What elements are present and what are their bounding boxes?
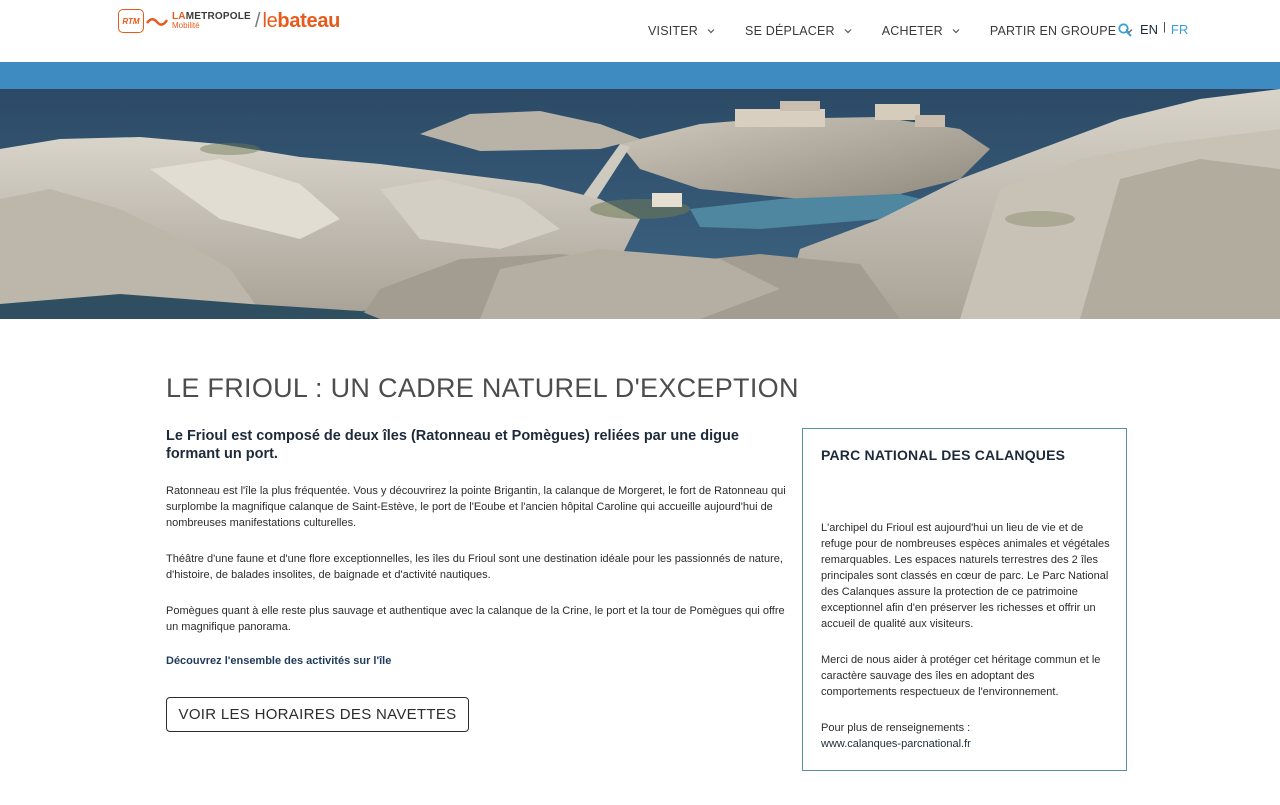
search-icon[interactable]: [1118, 23, 1132, 37]
nav-item-visiter[interactable]: VISITER: [648, 24, 715, 38]
paragraph-ratonneau: Ratonneau est l'île la plus fréquentée. …: [166, 485, 786, 529]
activities-link[interactable]: Découvrez l'ensemble des activités sur l…: [166, 655, 391, 667]
site-header: RTM LAMETROPOLE Mobilité / lebateau VISI…: [0, 0, 1280, 62]
header-blue-band: [0, 62, 1280, 89]
logo-separator: /: [254, 9, 261, 32]
lead-text: Le Frioul est composé de deux îles (Rato…: [166, 428, 739, 462]
chevron-down-icon: [844, 29, 852, 34]
main-nav: VISITER SE DÉPLACER ACHETER PARTIR EN GR…: [648, 24, 1163, 38]
lebateau-brand: lebateau: [262, 9, 341, 32]
parc-national-box: PARC NATIONAL DES CALANQUES L'archipel d…: [802, 428, 1127, 771]
paragraph-faune-flore: Théâtre d'une faune et d'une flore excep…: [166, 553, 783, 581]
sidebox-info: Pour plus de renseignements : www.calanq…: [821, 720, 1113, 752]
chevron-down-icon: [952, 29, 960, 34]
page-title: LE FRIOUL : UN CADRE NATUREL D'EXCEPTION: [166, 373, 799, 403]
site-logo[interactable]: RTM LAMETROPOLE Mobilité / lebateau: [118, 6, 340, 36]
lang-separator: |: [1163, 20, 1166, 33]
rtm-logo-badge: RTM: [118, 9, 144, 33]
sidebox-paragraph-archipel: L'archipel du Frioul est aujourd'hui un …: [821, 522, 1110, 630]
sidebox-paragraph-merci: Merci de nous aider à protéger cet hérit…: [821, 654, 1101, 698]
nav-item-partir-en-groupe[interactable]: PARTIR EN GROUPE: [990, 24, 1133, 38]
parc-national-link[interactable]: www.calanques-parcnational.fr: [821, 736, 1113, 752]
wave-icon: [146, 18, 168, 26]
paragraph-pomegues: Pomègues quant à elle reste plus sauvage…: [166, 605, 785, 633]
nav-item-se-deplacer[interactable]: SE DÉPLACER: [745, 24, 852, 38]
language-switcher: EN | FR: [1140, 20, 1188, 38]
sidebox-title: PARC NATIONAL DES CALANQUES: [821, 447, 1066, 463]
lang-en-link[interactable]: EN: [1140, 22, 1158, 37]
metropole-logo: LAMETROPOLE Mobilité: [172, 11, 251, 30]
lang-fr-link[interactable]: FR: [1171, 22, 1188, 37]
sidebox-info-label: Pour plus de renseignements :: [821, 722, 971, 734]
chevron-down-icon: [707, 29, 715, 34]
hero-landscape: [0, 89, 1280, 319]
hero-image: [0, 89, 1280, 319]
shuttle-schedule-button[interactable]: VOIR LES HORAIRES DES NAVETTES: [166, 697, 469, 732]
nav-item-acheter[interactable]: ACHETER: [882, 24, 960, 38]
